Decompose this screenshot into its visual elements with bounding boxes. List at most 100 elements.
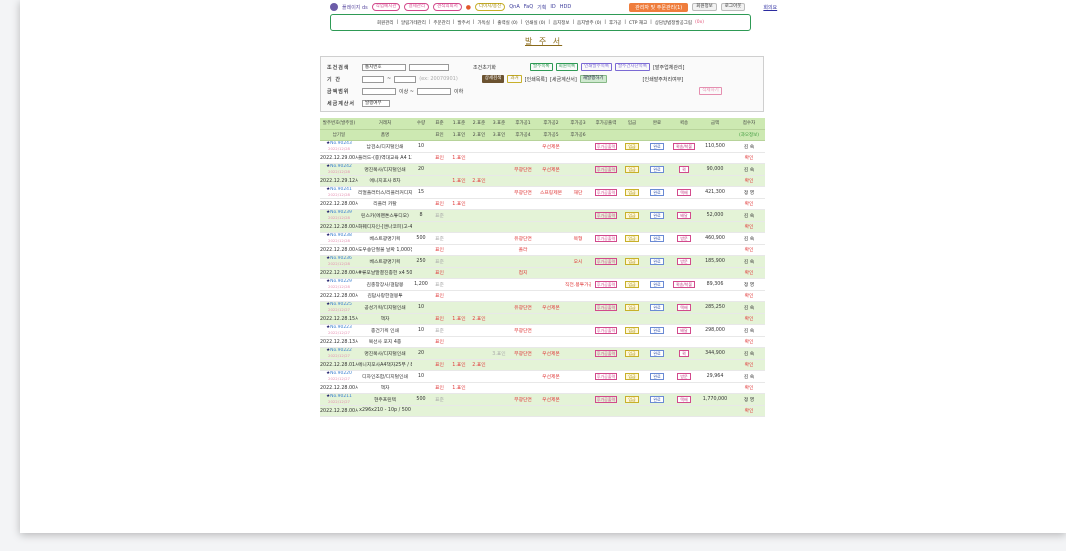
confirm-link[interactable]: 확인 [733, 290, 765, 302]
quick-button[interactable]: 방문 [677, 234, 691, 242]
done-button[interactable]: 완료 [650, 188, 664, 196]
order-no-cell[interactable]: ★No.90239 2022/12/28 [320, 209, 358, 222]
blocked-order-list-button[interactable]: 발주건차단목록 [614, 63, 650, 71]
pay-button[interactable]: 입금 [625, 326, 639, 334]
quick-button[interactable]: 방문 [677, 372, 691, 380]
post-print-button[interactable]: 후가공출력 [594, 165, 618, 173]
brand-link[interactable]: 플레이지 ds [342, 4, 368, 11]
done-button[interactable]: 완료 [650, 142, 664, 150]
order-no-cell[interactable]: ★No.90238 2022/12/28 [320, 232, 358, 245]
post-print-button[interactable]: 후가공출력 [594, 280, 618, 288]
order-no-cell[interactable]: ★No.90225 2022/12/27 [320, 301, 358, 314]
detail-search-button[interactable]: 상세검색 [481, 75, 505, 83]
pay-button[interactable]: 입금 [625, 395, 639, 403]
amount-max-input[interactable] [416, 87, 451, 95]
bell-icon[interactable]: ● [466, 4, 471, 11]
quick-button[interactable]: 퀵 [679, 349, 689, 357]
order-no-cell[interactable]: ★No.90222 2022/12/27 [320, 347, 358, 360]
pay-button[interactable]: 입금 [625, 372, 639, 380]
done-button[interactable]: 완료 [650, 280, 664, 288]
pay-button[interactable]: 입금 [625, 234, 639, 242]
confirm-link[interactable]: 확인 [733, 244, 765, 256]
period-from-input[interactable] [362, 75, 384, 83]
vendor-manage-link[interactable]: [발주업체관리] [653, 64, 685, 71]
menu-item[interactable]: 음지정보 [553, 20, 570, 26]
confirm-link[interactable]: 확인 [733, 336, 765, 348]
pay-button[interactable]: 입금 [625, 257, 639, 265]
search-cond-select[interactable]: 통지번호 [362, 63, 406, 71]
order-no-cell[interactable]: ★No.90220 2022/12/27 [320, 370, 358, 383]
reissue-button[interactable]: 재발행하기 [579, 75, 607, 83]
confirm-link[interactable]: 확인 [733, 152, 765, 164]
confirm-link[interactable]: 확인 [733, 405, 765, 417]
pay-button[interactable]: 입금 [625, 303, 639, 311]
order-no-cell[interactable]: ★No.90211 2022/12/27 [320, 393, 358, 406]
reset-link[interactable]: 조건초기화 [473, 64, 496, 71]
confirm-link[interactable]: 확인 [733, 359, 765, 371]
post-print-button[interactable]: 후가공출력 [594, 211, 618, 219]
quick-button[interactable]: 퀵송/착불 [672, 142, 696, 150]
tax-invoice-link[interactable]: [세금계산서] [550, 76, 577, 83]
order-list-button[interactable]: 발주목록 [530, 63, 553, 71]
link-id[interactable]: ID [550, 4, 555, 10]
done-button[interactable]: 완료 [650, 395, 664, 403]
pay-button[interactable]: 입금 [625, 349, 639, 357]
top-pill[interactable]: 더이지/용신 [475, 3, 506, 11]
quick-button[interactable]: 택배 [677, 395, 691, 403]
post-print-button[interactable]: 후가공출력 [594, 326, 618, 334]
pay-button[interactable]: 입금 [625, 165, 639, 173]
quick-button[interactable]: 배달 [677, 211, 691, 219]
done-button[interactable]: 완료 [650, 211, 664, 219]
pay-button[interactable]: 입금 [625, 188, 639, 196]
settle-select[interactable]: 발행여부 [362, 99, 390, 107]
member-info-button[interactable]: 회원정보 [692, 3, 717, 11]
post-print-button[interactable]: 후가공출력 [594, 257, 618, 265]
confirm-link[interactable]: 확인 [733, 313, 765, 325]
order-no-cell[interactable]: ★No.90242 2022/12/28 [320, 163, 358, 176]
order-no-cell[interactable]: ★No.90229 2022/12/28 [320, 278, 358, 291]
order-no-cell[interactable]: ★No.90241 2022/12/28 [320, 186, 358, 199]
confirm-link[interactable]: 확인 [733, 198, 765, 210]
link-hdd[interactable]: HDD [560, 4, 571, 10]
delete-button[interactable]: 삭제하기 [699, 87, 722, 95]
top-right-link[interactable]: 회의요 [763, 4, 777, 11]
done-button[interactable]: 완료 [650, 326, 664, 334]
quick-button[interactable]: 방문 [677, 257, 691, 265]
quick-button[interactable]: 퀵송/착불 [672, 280, 696, 288]
confirm-link[interactable]: 확인 [733, 221, 765, 233]
quick-button[interactable]: 배달 [677, 326, 691, 334]
print-list-link[interactable]: [인쇄목록] [525, 76, 547, 83]
post-print-button[interactable]: 후가공출력 [594, 188, 618, 196]
order-no-cell[interactable]: ★No.90223 2022/12/27 [320, 324, 358, 337]
menu-item[interactable]: 상담방법정발공그림 [655, 20, 692, 26]
confirm-link[interactable]: 확인 [733, 267, 765, 279]
confirm-link[interactable]: 확인 [733, 175, 765, 187]
past-button[interactable]: 과거 [507, 75, 522, 83]
link-faq[interactable]: FaQ [524, 4, 533, 10]
search-cond-input[interactable] [409, 63, 449, 71]
menu-item[interactable]: 회원관리 [377, 20, 394, 26]
confirm-link[interactable]: 확인 [733, 382, 765, 394]
print-order-list-button[interactable]: 인쇄발주목록 [581, 63, 612, 71]
quick-button[interactable]: 퀵 [679, 165, 689, 173]
top-chip-3[interactable]: 견적의뢰서 [433, 3, 462, 11]
post-print-button[interactable]: 후가공출력 [594, 372, 618, 380]
amount-min-input[interactable] [362, 87, 396, 95]
quick-button[interactable]: 택배 [677, 303, 691, 311]
menu-item[interactable]: 발주서 [458, 20, 470, 26]
done-button[interactable]: 완료 [650, 349, 664, 357]
top-chip-2[interactable]: 결제관리 [404, 3, 430, 11]
done-button[interactable]: 완료 [650, 372, 664, 380]
menu-item[interactable]: 주문관리 [433, 20, 450, 26]
post-print-button[interactable]: 후가공출력 [594, 303, 618, 311]
pay-button[interactable]: 입금 [625, 280, 639, 288]
link-plan[interactable]: 기획 [537, 4, 546, 11]
menu-item[interactable]: 알림가테관리 [401, 20, 426, 26]
post-print-button[interactable]: 후가공출력 [594, 395, 618, 403]
menu-item[interactable]: CTP 재고 [629, 20, 647, 26]
post-print-button[interactable]: 후가공출력 [594, 234, 618, 242]
done-button[interactable]: 완료 [650, 303, 664, 311]
period-to-input[interactable] [394, 75, 417, 83]
top-chip-1[interactable]: 작업예시관 [371, 3, 401, 11]
menu-item[interactable]: 음지발주 (0) [577, 20, 601, 26]
